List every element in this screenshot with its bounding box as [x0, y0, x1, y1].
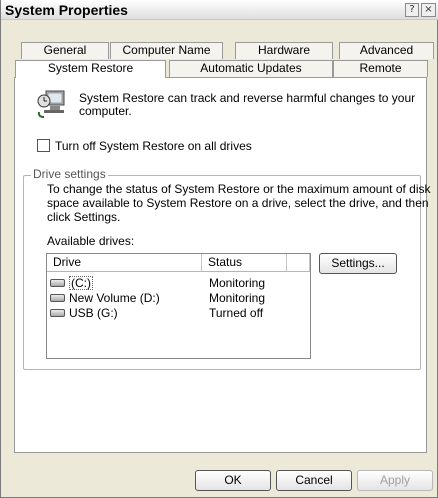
system-properties-window: System Properties ? × General Computer N… [0, 0, 438, 498]
turn-off-checkbox[interactable] [37, 139, 50, 152]
settings-button[interactable]: Settings... [319, 253, 397, 274]
help-button[interactable]: ? [405, 3, 419, 17]
ok-button[interactable]: OK [195, 470, 271, 491]
drive-icon [50, 294, 65, 302]
drive-name: New Volume (D:) [69, 291, 160, 305]
drive-icon [50, 309, 65, 317]
drive-row[interactable]: New Volume (D:) Monitoring [50, 291, 305, 305]
drive-status: Monitoring [209, 291, 266, 305]
available-drives-label: Available drives: [47, 234, 135, 248]
drive-settings-desc-line-1: To change the status of System Restore o… [47, 182, 431, 196]
column-header-drive[interactable]: Drive [47, 254, 202, 272]
title-bar[interactable]: System Properties ? × [1, 0, 438, 20]
tab-advanced[interactable]: Advanced [339, 42, 434, 59]
close-button[interactable]: × [421, 3, 436, 17]
tab-automatic-updates[interactable]: Automatic Updates [169, 60, 333, 77]
drive-settings-desc-line-2: space available to System Restore on a d… [47, 196, 429, 210]
tab-hardware[interactable]: Hardware [235, 42, 333, 59]
tab-general[interactable]: General [21, 42, 109, 59]
drive-settings-desc-line-3: click Settings. [47, 210, 121, 224]
system-restore-icon [37, 90, 65, 118]
drive-icon [50, 279, 65, 287]
drive-status: Turned off [209, 306, 264, 320]
turn-off-label[interactable]: Turn off System Restore on all drives [55, 140, 252, 153]
drive-settings-title: Drive settings [31, 167, 108, 181]
tab-remote[interactable]: Remote [333, 60, 428, 77]
column-header-empty[interactable] [287, 254, 310, 272]
drive-name: USB (G:) [69, 306, 118, 320]
window-title: System Properties [5, 2, 128, 18]
drive-name: (C:) [69, 276, 93, 290]
drive-row[interactable]: (C:) Monitoring [50, 276, 305, 290]
apply-button[interactable]: Apply [357, 470, 433, 491]
tab-computer-name[interactable]: Computer Name [110, 42, 223, 59]
cancel-button[interactable]: Cancel [276, 470, 352, 491]
tab-system-restore[interactable]: System Restore [15, 60, 166, 78]
intro-text-line-2: computer. [79, 104, 132, 118]
drive-status: Monitoring [209, 276, 266, 290]
drive-row[interactable]: USB (G:) Turned off [50, 306, 305, 320]
drives-list[interactable]: Drive Status (C:) Monitoring New Volume … [46, 253, 311, 359]
column-header-status[interactable]: Status [202, 254, 287, 272]
